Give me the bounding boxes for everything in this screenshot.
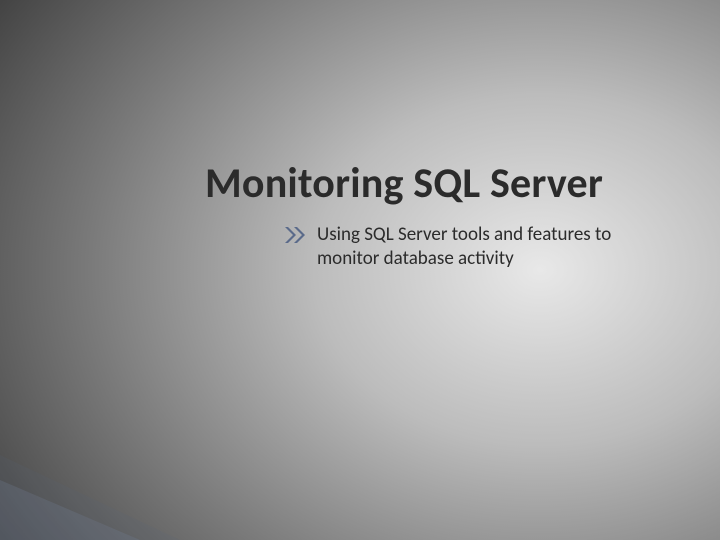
slide-title: Monitoring SQL Server [205, 158, 603, 209]
corner-decoration [0, 480, 140, 540]
double-chevron-right-icon [285, 227, 307, 248]
slide-background: Monitoring SQL Server Using SQL Server t… [0, 0, 720, 540]
subtitle-block: Using SQL Server tools and features to m… [285, 223, 627, 271]
slide-subtitle: Using SQL Server tools and features to m… [317, 223, 627, 271]
